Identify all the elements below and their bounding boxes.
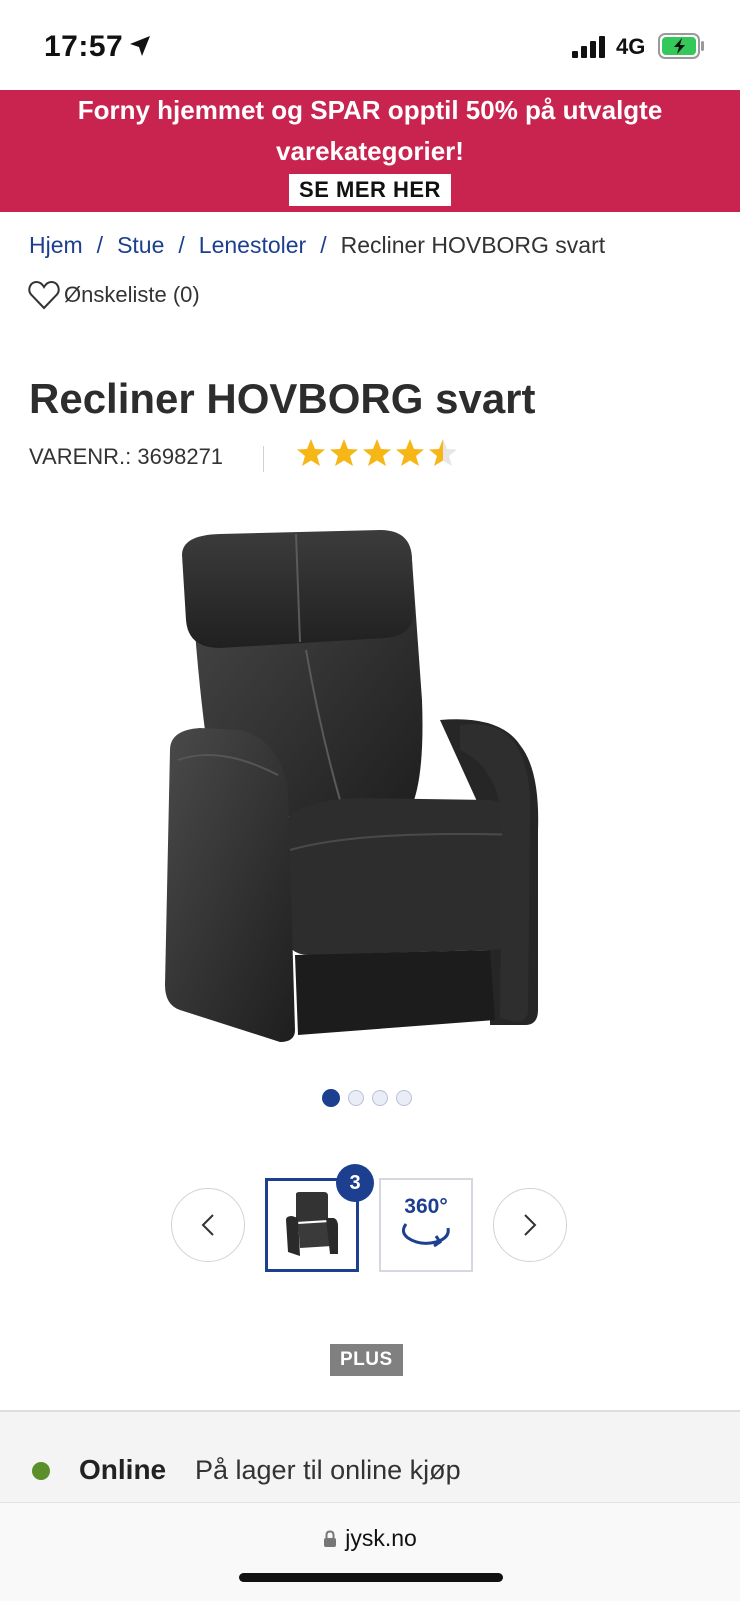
url-text: jysk.no bbox=[345, 1525, 417, 1551]
breadcrumb-current: Recliner HOVBORG svart bbox=[340, 232, 606, 258]
availability-status-dot bbox=[32, 1462, 50, 1480]
availability-text: På lager til online kjøp bbox=[195, 1455, 461, 1485]
carousel-dots bbox=[322, 1089, 412, 1107]
promo-banner[interactable]: Forny hjemmet og SPAR opptil 50% på utva… bbox=[0, 90, 740, 212]
battery-charging-icon bbox=[658, 33, 704, 59]
lock-icon bbox=[324, 1530, 337, 1547]
signal-bars-icon bbox=[572, 36, 605, 58]
previous-image-button[interactable] bbox=[171, 1188, 245, 1262]
home-indicator[interactable] bbox=[239, 1573, 503, 1582]
wishlist-label: Ønskeliste (0) bbox=[64, 282, 200, 307]
star-icon bbox=[429, 439, 457, 466]
360-label: 360° bbox=[404, 1195, 448, 1218]
carousel-dot[interactable] bbox=[396, 1090, 412, 1106]
breadcrumb-link-lenestoler[interactable]: Lenestoler bbox=[199, 232, 306, 258]
recliner-thumbnail bbox=[286, 1192, 338, 1256]
star-icon bbox=[330, 439, 358, 466]
star-icon bbox=[396, 439, 424, 466]
thumbnail-count-badge: 3 bbox=[336, 1164, 374, 1202]
status-time: 17:57 bbox=[44, 30, 124, 63]
product-image[interactable] bbox=[160, 530, 580, 1070]
promo-text: Forny hjemmet og SPAR opptil 50% på utva… bbox=[77, 95, 663, 166]
carousel-dot[interactable] bbox=[322, 1089, 340, 1107]
url-field[interactable]: jysk.no bbox=[0, 1525, 740, 1552]
product-sku: VARENR.: 3698271 bbox=[29, 444, 224, 469]
next-image-button[interactable] bbox=[493, 1188, 567, 1262]
breadcrumb-link-stue[interactable]: Stue bbox=[117, 232, 164, 258]
carousel-dot[interactable] bbox=[372, 1090, 388, 1106]
star-icon bbox=[363, 439, 391, 466]
chevron-right-icon bbox=[524, 1214, 537, 1236]
sku-divider bbox=[263, 446, 264, 472]
wishlist-link[interactable]: Ønskeliste (0) bbox=[28, 280, 200, 310]
breadcrumb-separator: / bbox=[320, 232, 327, 258]
breadcrumb-separator: / bbox=[96, 232, 104, 258]
chevron-left-icon bbox=[201, 1214, 214, 1236]
availability-label: Online bbox=[79, 1454, 167, 1485]
location-arrow-icon bbox=[130, 36, 150, 56]
star-icon bbox=[297, 439, 325, 466]
heart-icon bbox=[28, 280, 60, 310]
thumbnail-360-view[interactable]: 360° bbox=[379, 1178, 473, 1272]
plus-badge: PLUS bbox=[330, 1344, 403, 1376]
breadcrumb-separator: / bbox=[178, 232, 185, 258]
rotate-360-icon bbox=[401, 1223, 450, 1248]
status-bar: 17:57 4G bbox=[0, 0, 740, 90]
product-title: Recliner HOVBORG svart bbox=[29, 375, 536, 422]
breadcrumb: Hjem / Stue / Lenestoler / Recliner HOVBORG sv… bbox=[29, 232, 605, 259]
promo-cta-button[interactable]: SE MER HER bbox=[289, 174, 451, 206]
network-label: 4G bbox=[616, 34, 646, 59]
star-rating[interactable] bbox=[296, 438, 458, 468]
breadcrumb-link-home[interactable]: Hjem bbox=[29, 232, 83, 258]
carousel-dot[interactable] bbox=[348, 1090, 364, 1106]
